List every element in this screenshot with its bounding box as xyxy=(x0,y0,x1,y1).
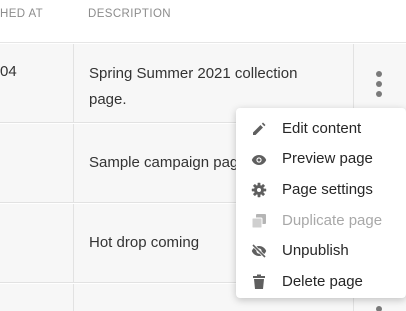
menu-item-unpublish[interactable]: Unpublish xyxy=(236,235,406,266)
eye-off-icon xyxy=(250,242,268,260)
row-actions-menu-button[interactable] xyxy=(376,306,382,311)
column-divider xyxy=(73,284,74,311)
column-header-published-at[interactable]: HED AT xyxy=(0,8,43,20)
column-divider xyxy=(73,124,74,202)
menu-item-preview-page[interactable]: Preview page xyxy=(236,144,406,175)
column-divider xyxy=(73,204,74,282)
duplicate-icon xyxy=(250,212,268,230)
menu-item-edit-content[interactable]: Edit content xyxy=(236,113,406,144)
eye-icon xyxy=(250,151,268,169)
description-cell: Spring Summer 2021 collection page. xyxy=(89,65,298,108)
menu-item-label: Duplicate page xyxy=(282,211,383,229)
column-header-description[interactable]: DESCRIPTION xyxy=(88,8,171,20)
kebab-dot-icon xyxy=(376,91,382,97)
published-at-cell: 04 xyxy=(0,63,17,80)
trash-icon xyxy=(250,273,268,291)
row-actions-menu-button[interactable] xyxy=(366,67,392,101)
column-divider xyxy=(73,44,74,122)
menu-item-page-settings[interactable]: Page settings xyxy=(236,174,406,205)
menu-item-label: Preview page xyxy=(282,150,373,168)
gear-icon xyxy=(250,181,268,199)
kebab-dot-icon xyxy=(376,81,382,87)
table-header: HED AT DESCRIPTION xyxy=(0,0,406,43)
menu-item-label: Page settings xyxy=(282,180,373,198)
menu-item-delete-page[interactable]: Delete page xyxy=(236,266,406,297)
pencil-icon xyxy=(250,120,268,138)
menu-item-label: Delete page xyxy=(282,272,363,290)
menu-item-label: Unpublish xyxy=(282,242,349,260)
menu-item-label: Edit content xyxy=(282,119,362,137)
row-actions-dropdown: Edit content Preview page Page settings … xyxy=(236,108,406,298)
kebab-dot-icon xyxy=(376,71,382,77)
menu-item-duplicate-page[interactable]: Duplicate page xyxy=(236,205,406,236)
